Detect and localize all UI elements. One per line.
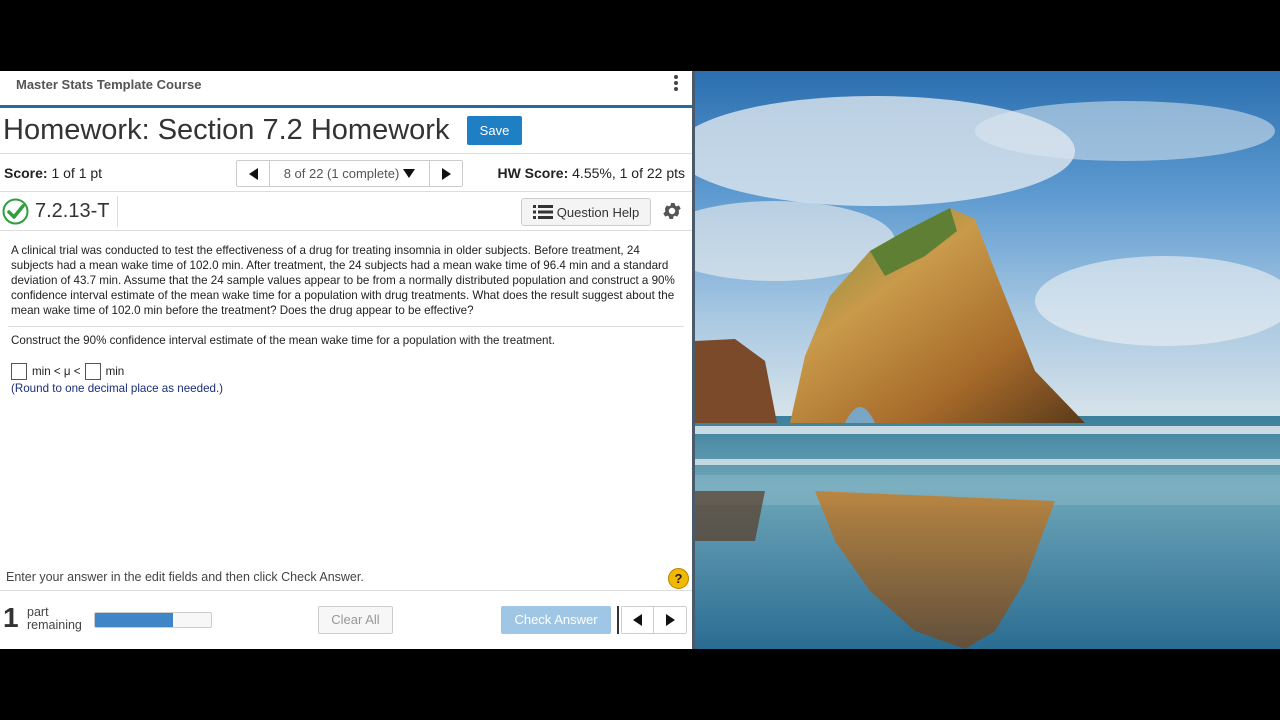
problem-statement: A clinical trial was conducted to test t… bbox=[11, 244, 675, 317]
question-id: 7.2.13-T bbox=[35, 200, 110, 222]
score-row: Score: 1 of 1 pt 8 of 22 (1 complete) HW… bbox=[0, 154, 693, 192]
footer-question-navigator bbox=[621, 606, 687, 634]
answer-unit-text: min bbox=[105, 364, 125, 378]
question-help-label: Question Help bbox=[556, 204, 640, 220]
question-help-button[interactable]: Question Help bbox=[521, 198, 651, 226]
homework-score: HW Score: 4.55%, 1 of 22 pts bbox=[497, 165, 685, 181]
homework-title-row: Homework: Section 7.2 Homework Save bbox=[0, 108, 693, 154]
question-score: Score: 1 of 1 pt bbox=[4, 165, 102, 181]
remaining-word: remaining bbox=[27, 618, 82, 632]
triangle-right-icon bbox=[665, 614, 675, 626]
triangle-left-icon bbox=[248, 167, 258, 180]
homework-app-window: Master Stats Template Course Homework: S… bbox=[0, 71, 693, 649]
save-button[interactable]: Save bbox=[467, 116, 522, 145]
problem-instruction: Construct the 90% confidence interval es… bbox=[11, 334, 555, 347]
answer-middle-text: min < μ < bbox=[32, 364, 81, 378]
check-answer-button[interactable]: Check Answer bbox=[501, 606, 611, 634]
hw-score-value: 4.55%, 1 of 22 pts bbox=[572, 165, 685, 181]
rounding-note: (Round to one decimal place as needed.) bbox=[11, 382, 224, 395]
checkmark-circle-icon bbox=[2, 198, 29, 225]
homework-title: Homework: Section 7.2 Homework bbox=[3, 114, 450, 146]
footer-next-button[interactable] bbox=[654, 607, 686, 633]
course-header: Master Stats Template Course bbox=[0, 71, 693, 108]
upper-bound-input[interactable] bbox=[84, 362, 101, 380]
hw-score-label: HW Score: bbox=[497, 165, 569, 181]
divider bbox=[0, 590, 693, 591]
kebab-menu-icon[interactable] bbox=[669, 73, 683, 95]
confidence-interval-answer: min < μ < min bbox=[11, 362, 124, 380]
triangle-left-icon bbox=[633, 614, 642, 626]
progress-bar bbox=[94, 612, 212, 628]
divider bbox=[8, 326, 684, 327]
progress-bar-fill bbox=[95, 613, 173, 627]
parts-remaining-count: 1 bbox=[3, 602, 19, 633]
triangle-down-icon bbox=[403, 169, 416, 178]
previous-question-button[interactable] bbox=[237, 161, 270, 186]
triangle-right-icon bbox=[441, 167, 451, 180]
clear-all-button[interactable]: Clear All bbox=[318, 606, 393, 634]
score-value: 1 of 1 pt bbox=[51, 165, 103, 181]
footer-previous-button[interactable] bbox=[622, 607, 654, 633]
question-selector-label: 8 of 22 (1 complete) bbox=[283, 166, 400, 181]
answer-hint: Enter your answer in the edit fields and… bbox=[6, 570, 364, 584]
list-icon bbox=[532, 205, 553, 219]
gear-icon[interactable] bbox=[661, 200, 683, 222]
lower-bound-input[interactable] bbox=[11, 362, 27, 380]
divider bbox=[117, 196, 118, 227]
question-mark-icon[interactable]: ? bbox=[668, 568, 689, 589]
score-label: Score: bbox=[4, 165, 48, 181]
parts-remaining-label: part remaining bbox=[27, 606, 82, 632]
next-question-button[interactable] bbox=[429, 161, 462, 186]
question-selector-dropdown[interactable]: 8 of 22 (1 complete) bbox=[270, 161, 429, 186]
question-navigator: 8 of 22 (1 complete) bbox=[236, 160, 463, 187]
desktop-wallpaper bbox=[695, 71, 1280, 649]
course-title: Master Stats Template Course bbox=[16, 77, 202, 92]
divider bbox=[617, 606, 619, 634]
question-header-row: 7.2.13-T Question Help bbox=[0, 192, 693, 231]
